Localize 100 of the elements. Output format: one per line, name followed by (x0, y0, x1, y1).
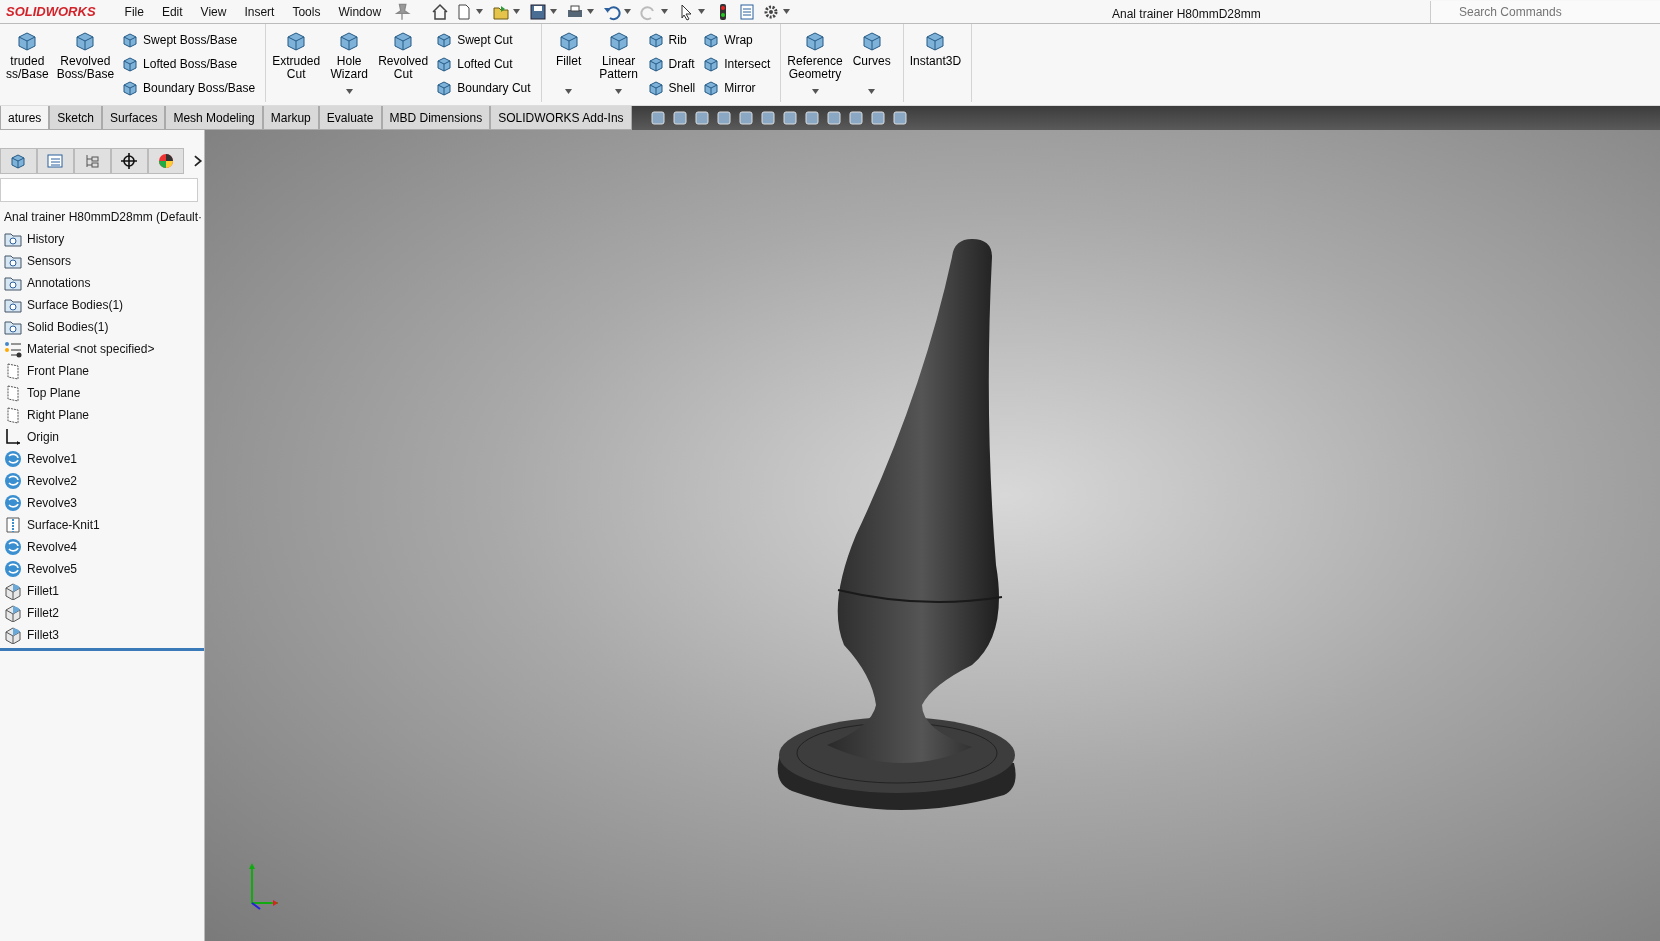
menu-item[interactable]: Edit (152, 2, 192, 21)
tree-icon[interactable] (84, 153, 101, 169)
tab[interactable]: Evaluate (318, 106, 382, 130)
tree-item-label: Fillet1 (27, 583, 59, 600)
tree-item[interactable]: Revolve4 (0, 536, 204, 558)
ribbon-button[interactable]: Hole Wizard (326, 28, 373, 102)
caret-icon[interactable] (550, 9, 558, 14)
caret-icon[interactable] (698, 9, 706, 14)
view-tool-icon[interactable] (760, 110, 776, 126)
view-tool-icon[interactable] (826, 110, 842, 126)
view-tool-icon[interactable] (672, 110, 688, 126)
tree-item[interactable]: Annotations (0, 272, 204, 294)
tree-item[interactable]: Fillet3 (0, 624, 204, 646)
ribbon-button[interactable]: truded ss/Base (4, 28, 51, 102)
tab[interactable]: Sketch (49, 106, 103, 130)
ribbon-button[interactable]: Revolved Cut (376, 28, 431, 102)
tree-item[interactable]: Right Plane (0, 404, 204, 426)
ribbon-button[interactable]: Lofted Boss/Base (120, 54, 258, 74)
caret-icon[interactable] (624, 9, 632, 14)
ribbon-button[interactable]: Shell (645, 78, 698, 98)
caret-icon (565, 89, 573, 94)
caret-icon[interactable] (783, 9, 791, 14)
material-list-icon (4, 340, 22, 358)
tree-item[interactable]: Revolve5 (0, 558, 204, 580)
tree-item[interactable]: Sensors (0, 250, 204, 272)
tree-item-label: Fillet2 (27, 605, 59, 622)
tree-item[interactable]: Top Plane (0, 382, 204, 404)
tree-item[interactable]: Revolve2 (0, 470, 204, 492)
tree-item[interactable]: History (0, 228, 204, 250)
cube-icon (860, 30, 883, 52)
caret-icon (811, 89, 819, 94)
ribbon-button[interactable]: Wrap (701, 30, 773, 50)
caret-icon[interactable] (587, 9, 595, 14)
view-tool-icon[interactable] (738, 110, 754, 126)
menu-item[interactable]: View (191, 2, 236, 21)
ribbon-button[interactable]: Mirror (701, 78, 773, 98)
ribbon-button[interactable]: Draft (645, 54, 698, 74)
ribbon-button[interactable]: Swept Cut (434, 30, 533, 50)
tab[interactable]: MBD Dimensions (381, 106, 491, 130)
tree-item[interactable]: Fillet1 (0, 580, 204, 602)
caret-icon[interactable] (661, 9, 669, 14)
chevron-right-icon[interactable] (192, 154, 204, 168)
ribbon-button[interactable]: Fillet (545, 28, 592, 102)
view-tool-icon[interactable] (892, 110, 908, 126)
tab[interactable]: atures (0, 106, 50, 130)
save-icon[interactable] (529, 2, 548, 21)
cube-icon (436, 31, 453, 49)
pin-icon[interactable] (393, 2, 412, 21)
tab[interactable]: Markup (262, 106, 319, 130)
ribbon-button[interactable]: Boundary Boss/Base (120, 78, 258, 98)
view-tool-icon[interactable] (694, 110, 710, 126)
swirl-icon (4, 560, 22, 578)
view-tool-icon[interactable] (782, 110, 798, 126)
ribbon-button[interactable]: Intersect (701, 54, 773, 74)
tree-item-label: Origin (27, 429, 59, 446)
home-icon[interactable] (431, 2, 450, 21)
tree-item-label: Top Plane (27, 385, 81, 402)
ribbon-button[interactable]: Boundary Cut (434, 78, 533, 98)
tree-item[interactable]: Fillet2 (0, 602, 204, 624)
view-tool-icon[interactable] (650, 110, 666, 126)
view-tool-icon[interactable] (870, 110, 886, 126)
tab[interactable]: Surfaces (102, 106, 166, 130)
view-tool-icon[interactable] (716, 110, 732, 126)
ribbon-button[interactable]: Swept Boss/Base (120, 30, 258, 50)
tab[interactable]: Mesh Modeling (165, 106, 263, 130)
caret-icon[interactable] (476, 9, 484, 14)
ribbon-button[interactable]: Revolved Boss/Base (54, 28, 117, 102)
view-tool-icon[interactable] (804, 110, 820, 126)
list-icon[interactable] (47, 153, 64, 169)
tree-item-label: Surface Bodies(1) (27, 297, 124, 314)
menu-item[interactable]: Window (329, 2, 391, 21)
crosshair-icon[interactable] (121, 153, 138, 169)
tree-item[interactable]: Origin (0, 426, 204, 448)
tree-item[interactable]: Revolve3 (0, 492, 204, 514)
ribbon-button[interactable]: Linear Pattern (595, 28, 642, 102)
ribbon-button[interactable]: Curves (848, 28, 895, 102)
caret-icon[interactable] (513, 9, 521, 14)
tab[interactable]: SOLIDWORKS Add-Ins (490, 106, 632, 130)
view-tool-icon[interactable] (848, 110, 864, 126)
tree-item[interactable]: Revolve1 (0, 448, 204, 470)
ribbon-button[interactable]: Reference Geometry (785, 28, 845, 102)
cube-icon (122, 55, 139, 73)
tree-item[interactable]: Surface-Knit1 (0, 514, 204, 536)
color-wheel-icon[interactable] (157, 153, 174, 169)
ribbon-button[interactable]: Rib (645, 30, 698, 50)
ribbon-button[interactable]: Lofted Cut (434, 54, 533, 74)
tree-item-label: Surface-Knit1 (27, 517, 100, 534)
menu-item[interactable]: File (115, 2, 153, 21)
ribbon-button[interactable]: Instant3D (907, 28, 964, 102)
tree-item[interactable]: Surface Bodies(1) (0, 294, 204, 316)
menu-item[interactable]: Insert (235, 2, 284, 21)
filter-field[interactable] (0, 178, 198, 202)
tree-item[interactable]: Solid Bodies(1) (0, 316, 204, 338)
tree-root[interactable]: Anal trainer H80mmD28mm (Default· (0, 206, 204, 228)
cube-icon (647, 31, 664, 49)
tree-item[interactable]: Front Plane (0, 360, 204, 382)
tree-item[interactable]: Material <not specified> (0, 338, 204, 360)
ribbon-button[interactable]: Extruded Cut (270, 28, 323, 102)
cube-icon[interactable] (10, 153, 27, 169)
menu-item[interactable]: Tools (283, 2, 330, 21)
